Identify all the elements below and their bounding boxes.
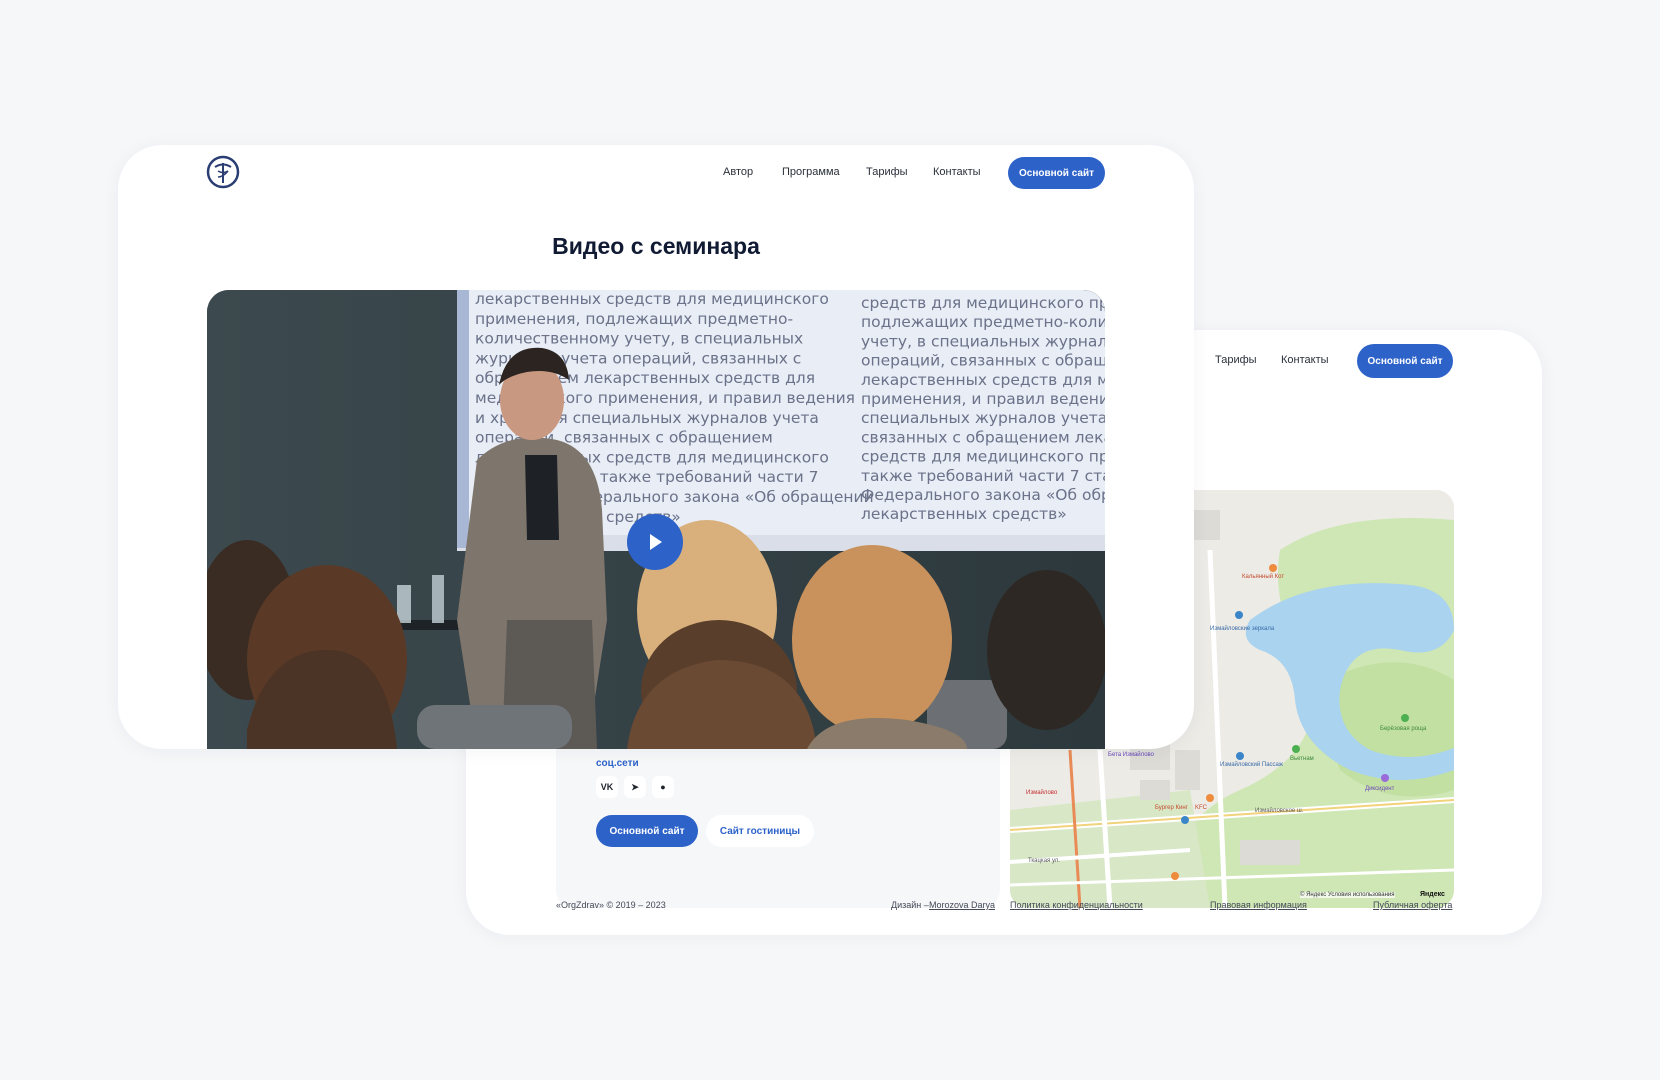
logo-caduceus-icon[interactable] [206, 155, 240, 189]
slide-text-line: количественному учету, в специальных [475, 330, 803, 348]
nav-link-tariffs[interactable]: Тарифы [866, 166, 908, 178]
hotel-site-button[interactable]: Сайт гостиницы [706, 815, 814, 847]
slide-text-line: применения, подлежащих предметно- [475, 310, 793, 328]
footer-offer-link[interactable]: Публичная оферта [1373, 900, 1452, 910]
slide-text-line: лекарственных средств для медицинского [861, 371, 1105, 389]
slide-text-line: лекарственных средств» [861, 505, 1067, 523]
slide-text-line: операций, связанных с обращением [861, 352, 1105, 370]
slide-text-line: учету, в специальных журналах учета [861, 332, 1105, 350]
slide-text-line: также требований части 7 статьи 67 [861, 467, 1105, 485]
footer-legal-link[interactable]: Правовая информация [1210, 900, 1307, 910]
ok-icon[interactable]: ● [652, 776, 674, 798]
main-site-button[interactable]: Основной сайт [1008, 157, 1105, 189]
nav-link-tariffs[interactable]: Тарифы [1215, 354, 1257, 366]
map-label-mirrors: Измайловские зеркала [1210, 626, 1275, 632]
social-networks-label: соц.сети [596, 758, 639, 769]
map-label-izmaylovskoe-sh: Измайловское ш. [1255, 808, 1304, 814]
main-site-button[interactable]: Основной сайт [1357, 344, 1453, 378]
footer: «OrgZdrav» © 2019 – 2023 Дизайн – Morozo… [556, 900, 1454, 914]
map-label-burger-king: Бургер Кинг [1155, 805, 1188, 811]
map-label-kfc: KFC [1195, 805, 1207, 811]
slide-text-line: применения, и правил ведения и хранения [861, 390, 1105, 408]
slide-text-line: лекарственных средств для медицинского [475, 290, 829, 308]
footer-designer-link[interactable]: Morozova Darya [929, 900, 995, 910]
telegram-icon[interactable]: ➤ [624, 776, 646, 798]
slide-text-line: специальных журналов учета операций, [861, 409, 1105, 427]
map-label-dixident: Диксидент [1365, 786, 1395, 792]
footer-design-prefix: Дизайн – [891, 900, 929, 910]
footer-copyright: «OrgZdrav» © 2019 – 2023 [556, 900, 666, 910]
map-label-birch-grove: Берёзовая роща [1380, 726, 1427, 732]
slide-text-line: подлежащих предметно-количественному [861, 313, 1105, 331]
yandex-logo: Яндекс [1420, 891, 1445, 898]
map-label-passage: Измайловский Пассаж [1220, 762, 1283, 768]
slide-text-line: Федерального закона «Об обращении [861, 486, 1105, 504]
nav-link-program[interactable]: Программа [782, 166, 840, 178]
seminar-video[interactable]: лекарственных средств для медицинского пр… [207, 290, 1105, 749]
play-icon [650, 534, 662, 550]
nav-link-contacts[interactable]: Контакты [1281, 354, 1329, 366]
map-attribution[interactable]: © Яндекс Условия использования [1300, 892, 1395, 898]
social-icons-row: VK ➤ ● [596, 776, 674, 798]
slide-text-line: средств для медицинского применения, [861, 294, 1105, 312]
map-label-kalyanny-kot: Кальянный Кот [1242, 574, 1285, 580]
slide-text-right: средств для медицинского применения,подл… [861, 294, 1105, 523]
map-label-beta: Бета Измайлово [1108, 752, 1154, 758]
nav-link-contacts[interactable]: Контакты [933, 166, 981, 178]
footer-privacy-link[interactable]: Политика конфиденциальности [1010, 900, 1143, 910]
vk-icon[interactable]: VK [596, 776, 618, 798]
main-site-button-secondary[interactable]: Основной сайт [596, 815, 698, 847]
map-label-vietnam: Вьетнам [1290, 756, 1314, 762]
page-title: Видео с семинара [552, 233, 760, 259]
play-button[interactable] [627, 514, 683, 570]
front-page-card: Автор Программа Тарифы Контакты Основной… [118, 145, 1194, 749]
nav-link-author[interactable]: Автор [723, 166, 753, 178]
map-label-izmaylovo: Измайлово [1026, 790, 1058, 796]
slide-text-line: средств для медицинского применения, а [861, 448, 1105, 466]
slide-text-line: связанных с обращением лекарственных [861, 428, 1105, 446]
map-label-tkatskaya: Ткацкая ул. [1028, 858, 1060, 864]
